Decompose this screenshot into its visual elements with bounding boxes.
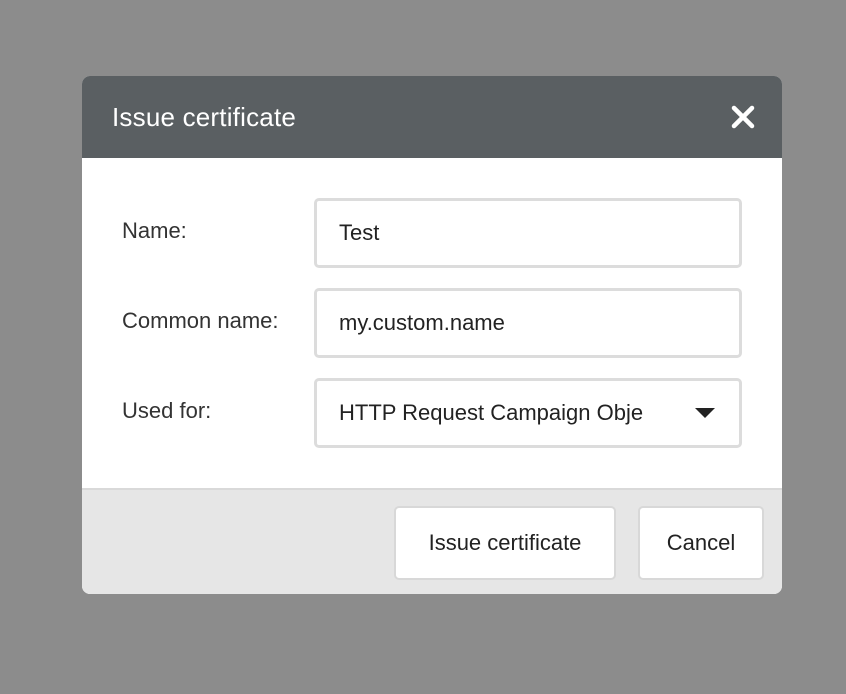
used-for-row: Used for: HTTP Request Campaign Obje [122,378,742,448]
name-label: Name: [122,218,187,243]
cancel-button[interactable]: Cancel [638,506,764,580]
common-name-input[interactable]: my.custom.name [314,288,742,358]
name-value: Test [339,220,380,245]
issue-certificate-dialog: Issue certificate Name: Test Common name… [82,76,782,594]
used-for-label: Used for: [122,398,212,423]
issue-certificate-button[interactable]: Issue certificate [394,506,616,580]
dialog-footer: Issue certificate Cancel [82,488,782,594]
name-input[interactable]: Test [314,198,742,268]
dialog-body: Name: Test Common name: my.custom.name U… [82,158,782,488]
common-name-value: my.custom.name [339,310,505,335]
dialog-header: Issue certificate [82,76,782,158]
common-name-label: Common name: [122,308,279,333]
chevron-down-icon [695,408,715,418]
name-row: Name: Test [122,198,742,268]
used-for-value: HTTP Request Campaign Obje [339,400,644,425]
close-icon [731,105,755,129]
used-for-select[interactable]: HTTP Request Campaign Obje [314,378,742,448]
close-button[interactable] [728,102,758,132]
dialog-title: Issue certificate [112,101,297,132]
common-name-row: Common name: my.custom.name [122,288,742,358]
